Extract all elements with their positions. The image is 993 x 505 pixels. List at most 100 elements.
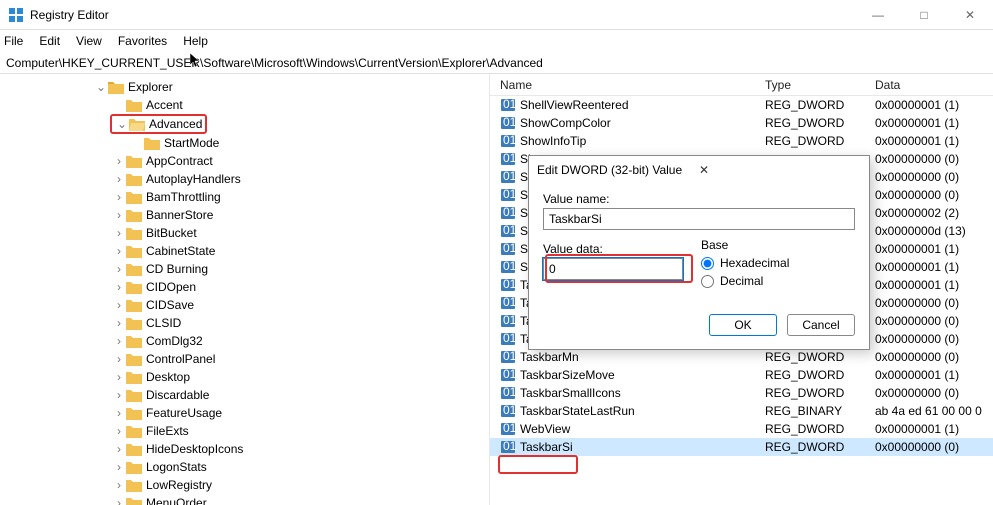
- reg-dword-icon: 011: [500, 439, 516, 455]
- folder-icon: [126, 334, 142, 348]
- list-row[interactable]: 011ShowCompColorREG_DWORD0x00000001 (1): [490, 114, 993, 132]
- chevron-right-icon[interactable]: ›: [112, 244, 126, 258]
- reg-dword-icon: 011: [500, 259, 516, 275]
- tree-item[interactable]: ›Desktop: [0, 368, 489, 386]
- svg-text:011: 011: [503, 439, 516, 453]
- tree-item-accent[interactable]: Accent: [0, 96, 489, 114]
- tree-label: AutoplayHandlers: [146, 172, 241, 186]
- tree-item[interactable]: ›FileExts: [0, 422, 489, 440]
- chevron-right-icon[interactable]: ›: [112, 154, 126, 168]
- reg-dword-icon: 011: [500, 367, 516, 383]
- tree-label: MenuOrder: [146, 496, 207, 505]
- reg-dword-icon: 011: [500, 115, 516, 131]
- column-name[interactable]: Name: [500, 78, 765, 92]
- reg-dword-icon: 011: [500, 133, 516, 149]
- base-label: Base: [701, 238, 789, 252]
- menu-edit[interactable]: Edit: [39, 34, 60, 48]
- minimize-button[interactable]: —: [855, 0, 901, 30]
- list-row[interactable]: 011ShellViewReenteredREG_DWORD0x00000001…: [490, 96, 993, 114]
- chevron-right-icon[interactable]: ›: [112, 442, 126, 456]
- list-row[interactable]: 011TaskbarSmallIconsREG_DWORD0x00000000 …: [490, 384, 993, 402]
- chevron-right-icon[interactable]: ›: [112, 388, 126, 402]
- close-button[interactable]: ✕: [947, 0, 993, 30]
- tree-item[interactable]: ›LogonStats: [0, 458, 489, 476]
- list-row[interactable]: 011TaskbarMnREG_DWORD0x00000000 (0): [490, 348, 993, 366]
- row-data: 0x00000001 (1): [875, 260, 993, 274]
- chevron-right-icon[interactable]: ›: [112, 424, 126, 438]
- menu-file[interactable]: File: [4, 34, 23, 48]
- column-type[interactable]: Type: [765, 78, 875, 92]
- row-type: REG_BINARY: [765, 404, 875, 418]
- radio-hex[interactable]: Hexadecimal: [701, 256, 789, 270]
- chevron-right-icon[interactable]: ›: [112, 478, 126, 492]
- tree-item-startmode[interactable]: StartMode: [0, 134, 489, 152]
- menu-favorites[interactable]: Favorites: [118, 34, 167, 48]
- folder-icon: [144, 136, 160, 150]
- chevron-right-icon[interactable]: ›: [112, 190, 126, 204]
- svg-text:011: 011: [503, 421, 516, 435]
- tree-item[interactable]: ›CabinetState: [0, 242, 489, 260]
- tree-label: CD Burning: [146, 262, 208, 276]
- value-data-input[interactable]: [543, 258, 683, 280]
- menubar: File Edit View Favorites Help: [0, 30, 993, 52]
- list-row[interactable]: 011TaskbarStateLastRunREG_BINARYab 4a ed…: [490, 402, 993, 420]
- svg-text:011: 011: [503, 241, 516, 255]
- chevron-right-icon[interactable]: ›: [112, 460, 126, 474]
- chevron-right-icon[interactable]: ›: [112, 208, 126, 222]
- chevron-right-icon[interactable]: ›: [112, 352, 126, 366]
- tree-item[interactable]: ›CIDOpen: [0, 278, 489, 296]
- value-name-input[interactable]: [543, 208, 855, 230]
- folder-icon: [126, 478, 142, 492]
- tree-item[interactable]: › CD Burning: [0, 260, 489, 278]
- tree-item[interactable]: › ComDlg32: [0, 332, 489, 350]
- radio-decimal[interactable]: Decimal: [701, 274, 789, 288]
- chevron-down-icon[interactable]: ⌄: [115, 117, 129, 131]
- chevron-right-icon[interactable]: ›: [112, 316, 126, 330]
- value-name-label: Value name:: [543, 192, 855, 206]
- chevron-down-icon[interactable]: ⌄: [94, 80, 108, 94]
- tree-item[interactable]: ›FeatureUsage: [0, 404, 489, 422]
- tree-item[interactable]: ›CIDSave: [0, 296, 489, 314]
- list-row[interactable]: 011ShowInfoTipREG_DWORD0x00000001 (1): [490, 132, 993, 150]
- tree-item[interactable]: ›BamThrottling: [0, 188, 489, 206]
- svg-text:011: 011: [503, 331, 516, 345]
- list-row[interactable]: 011TaskbarSizeMoveREG_DWORD0x00000001 (1…: [490, 366, 993, 384]
- radio-decimal-input[interactable]: [701, 275, 714, 288]
- tree-item[interactable]: ›CLSID: [0, 314, 489, 332]
- ok-button[interactable]: OK: [709, 314, 777, 336]
- tree-item[interactable]: ›AppContract: [0, 152, 489, 170]
- chevron-right-icon[interactable]: ›: [112, 496, 126, 505]
- dialog-close-button[interactable]: ✕: [699, 163, 861, 177]
- list-row[interactable]: 011TaskbarSiREG_DWORD0x00000000 (0): [490, 438, 993, 456]
- row-data: 0x00000001 (1): [875, 134, 993, 148]
- tree-item-explorer[interactable]: ⌄ Explorer: [0, 78, 489, 96]
- tree-item[interactable]: ›HideDesktopIcons: [0, 440, 489, 458]
- chevron-right-icon[interactable]: ›: [112, 406, 126, 420]
- list-row[interactable]: 011WebViewREG_DWORD0x00000001 (1): [490, 420, 993, 438]
- column-data[interactable]: Data: [875, 78, 993, 92]
- tree-label: ComDlg32: [146, 334, 203, 348]
- chevron-right-icon[interactable]: ›: [112, 262, 126, 276]
- chevron-right-icon[interactable]: ›: [112, 334, 126, 348]
- menu-help[interactable]: Help: [183, 34, 208, 48]
- tree-item[interactable]: ›ControlPanel: [0, 350, 489, 368]
- row-data: 0x00000000 (0): [875, 188, 993, 202]
- chevron-right-icon[interactable]: ›: [112, 298, 126, 312]
- tree-item-advanced[interactable]: ⌄ Advanced: [0, 115, 489, 133]
- tree-item[interactable]: › BannerStore: [0, 206, 489, 224]
- chevron-right-icon[interactable]: ›: [112, 370, 126, 384]
- tree-item[interactable]: ›BitBucket: [0, 224, 489, 242]
- tree-item[interactable]: ›LowRegistry: [0, 476, 489, 494]
- radio-hex-input[interactable]: [701, 257, 714, 270]
- tree-item[interactable]: › MenuOrder: [0, 494, 489, 505]
- tree-item[interactable]: › AutoplayHandlers: [0, 170, 489, 188]
- maximize-button[interactable]: □: [901, 0, 947, 30]
- addressbar[interactable]: Computer\HKEY_CURRENT_USER\Software\Micr…: [0, 52, 993, 74]
- chevron-right-icon[interactable]: ›: [112, 280, 126, 294]
- chevron-right-icon[interactable]: ›: [112, 226, 126, 240]
- tree-item[interactable]: ›Discardable: [0, 386, 489, 404]
- chevron-right-icon[interactable]: ›: [112, 172, 126, 186]
- tree-label: BannerStore: [146, 208, 213, 222]
- menu-view[interactable]: View: [76, 34, 102, 48]
- cancel-button[interactable]: Cancel: [787, 314, 855, 336]
